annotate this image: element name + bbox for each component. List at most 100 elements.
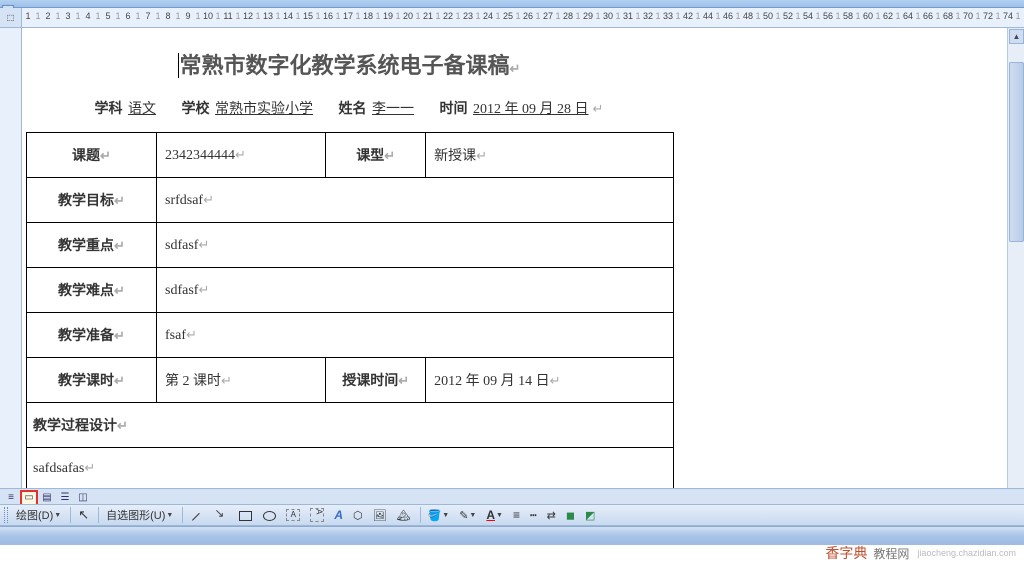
line-style-button[interactable]: ≡ <box>509 506 524 524</box>
cell-period-value[interactable]: 第 2 课时↵ <box>157 358 326 403</box>
info-line[interactable]: 学科 语文 学校 常熟市实验小学 姓名 李一一 时间 2012 年 09 月 2… <box>26 98 672 118</box>
diagram-tool[interactable]: ⬡ <box>349 506 367 524</box>
autoshapes-menu[interactable]: 自选图形(U)▼ <box>102 506 177 524</box>
cell-focus-value[interactable]: sdfasf↵ <box>157 223 674 268</box>
footer-watermark: 香字典 教程网 jiaocheng.chazidian.com <box>0 545 1024 561</box>
cell-goal-label[interactable]: 教学目标↵ <box>27 178 157 223</box>
arrow-icon <box>214 508 228 522</box>
picture-icon: 🏔 <box>397 509 411 522</box>
rectangle-icon <box>238 508 252 522</box>
paragraph-mark: ↵ <box>510 61 521 76</box>
ruler-corner[interactable]: ⬚ <box>0 8 22 27</box>
title-text: 常熟市数字化教学系统电子备课稿 <box>180 53 510 78</box>
status-gradient-strip <box>0 526 1024 545</box>
cell-period-label[interactable]: 教学课时↵ <box>27 358 157 403</box>
arrow-style-button[interactable]: ⇄ <box>543 506 560 524</box>
textbox-tool[interactable]: A <box>282 506 304 524</box>
brand-subtitle: 教程网 <box>873 545 909 562</box>
wordart-icon: A <box>334 508 343 522</box>
cell-prep-value[interactable]: fsaf↵ <box>157 313 674 358</box>
table-row: 教学课时↵ 第 2 课时↵ 授课时间↵ 2012 年 09 月 14 日↵ <box>27 358 674 403</box>
rectangle-tool[interactable] <box>234 506 256 524</box>
form-table[interactable]: 课题↵ 2342344444↵ 课型↵ 新授课↵ 教学目标↵ srfdsaf↵ … <box>26 132 674 490</box>
toolbar-separator <box>98 507 99 523</box>
picture-tool[interactable]: 🏔 <box>393 506 415 524</box>
line-color-button[interactable]: ✎▼ <box>455 506 480 524</box>
shadow-style-button[interactable]: ◼ <box>562 506 579 524</box>
cube-icon: ◩ <box>585 509 595 522</box>
toolbar-separator <box>70 507 71 523</box>
time-label: 时间 <box>440 102 468 117</box>
dropdown-icon: ▼ <box>469 512 476 519</box>
cell-type-label[interactable]: 课型↵ <box>326 133 426 178</box>
ruler-vertical[interactable] <box>0 28 22 508</box>
ruler-horizontal-container: ⬚ 11213141516171819110111112113114115116… <box>0 8 1024 28</box>
wordart-tool[interactable]: A <box>330 506 347 524</box>
subject-value: 语文 <box>128 102 156 117</box>
cell-topic-label[interactable]: 课题↵ <box>27 133 157 178</box>
page-content: 常熟市数字化教学系统电子备课稿↵ 学科 语文 学校 常熟市实验小学 姓名 李一一… <box>22 28 676 490</box>
cell-teachtime-value[interactable]: 2012 年 09 月 14 日↵ <box>426 358 674 403</box>
window-top-bar <box>0 0 1024 8</box>
school-label: 学校 <box>182 102 210 117</box>
toolbar-grip[interactable] <box>4 507 8 523</box>
draw-menu[interactable]: 绘图(D)▼ <box>12 506 65 524</box>
brand-url: jiaocheng.chazidian.com <box>917 548 1016 558</box>
toolbar-separator <box>420 507 421 523</box>
name-label: 姓名 <box>339 102 367 117</box>
cell-process-label[interactable]: 教学过程设计↵ <box>27 403 674 448</box>
table-row: 教学准备↵ fsaf↵ <box>27 313 674 358</box>
3d-style-button[interactable]: ◩ <box>581 506 599 524</box>
clipart-tool[interactable]: 🖼 <box>369 506 391 524</box>
dropdown-icon: ▼ <box>54 512 61 519</box>
cell-goal-value[interactable]: srfdsaf↵ <box>157 178 674 223</box>
autoshapes-label: 自选图形(U) <box>106 507 165 523</box>
cell-topic-value[interactable]: 2342344444↵ <box>157 133 326 178</box>
line-tool[interactable] <box>186 506 208 524</box>
cell-process-content[interactable]: safdsafas↵ <box>27 448 674 490</box>
fill-icon: 🪣 <box>428 509 442 522</box>
arrow-style-icon: ⇄ <box>547 509 556 522</box>
school-value: 常熟市实验小学 <box>215 102 313 117</box>
vertical-textbox-icon: A <box>310 508 324 522</box>
cell-teachtime-label[interactable]: 授课时间↵ <box>326 358 426 403</box>
subject-label: 学科 <box>95 102 123 117</box>
arrow-tool[interactable] <box>210 506 232 524</box>
cell-difficulty-value[interactable]: sdfasf↵ <box>157 268 674 313</box>
clipart-icon: 🖼 <box>373 509 387 522</box>
cell-type-value[interactable]: 新授课↵ <box>426 133 674 178</box>
table-row: 课题↵ 2342344444↵ 课型↵ 新授课↵ <box>27 133 674 178</box>
scroll-up-button[interactable]: ▲ <box>1009 29 1024 44</box>
scroll-thumb[interactable] <box>1009 62 1024 242</box>
line-icon <box>190 508 204 522</box>
dash-style-button[interactable]: ┅ <box>526 506 541 524</box>
table-row: safdsafas↵ <box>27 448 674 490</box>
line-style-icon: ≡ <box>513 508 520 522</box>
name-value: 李一一 <box>372 102 414 117</box>
diagram-icon: ⬡ <box>353 509 363 522</box>
time-value: 2012 年 09 月 28 日 <box>473 102 589 117</box>
select-objects-button[interactable]: ↖ <box>74 506 93 524</box>
cell-difficulty-label[interactable]: 教学难点↵ <box>27 268 157 313</box>
paragraph-mark: ↵ <box>593 101 604 116</box>
textbox-icon: A <box>286 509 300 521</box>
table-row: 教学过程设计↵ <box>27 403 674 448</box>
fill-color-button[interactable]: 🪣▼ <box>424 506 454 524</box>
font-color-icon: A <box>486 508 495 522</box>
table-row: 教学目标↵ srfdsaf↵ <box>27 178 674 223</box>
cell-prep-label[interactable]: 教学准备↵ <box>27 313 157 358</box>
dash-icon: ┅ <box>530 509 537 522</box>
cell-focus-label[interactable]: 教学重点↵ <box>27 223 157 268</box>
ruler-horizontal[interactable]: 1121314151617181911011111211311411511611… <box>22 8 1024 27</box>
vertical-textbox-tool[interactable]: A <box>306 506 328 524</box>
document-title[interactable]: 常熟市数字化教学系统电子备课稿↵ <box>26 48 672 80</box>
scrollbar-vertical[interactable]: ▲ <box>1007 28 1024 508</box>
dropdown-icon: ▼ <box>496 512 503 519</box>
oval-icon <box>262 508 276 522</box>
font-color-button[interactable]: A▼ <box>482 506 507 524</box>
main-area: 常熟市数字化教学系统电子备课稿↵ 学科 语文 学校 常熟市实验小学 姓名 李一一… <box>0 28 1024 508</box>
document-area[interactable]: 常熟市数字化教学系统电子备课稿↵ 学科 语文 学校 常熟市实验小学 姓名 李一一… <box>22 28 1024 508</box>
oval-tool[interactable] <box>258 506 280 524</box>
table-row: 教学重点↵ sdfasf↵ <box>27 223 674 268</box>
dropdown-icon: ▼ <box>442 512 449 519</box>
